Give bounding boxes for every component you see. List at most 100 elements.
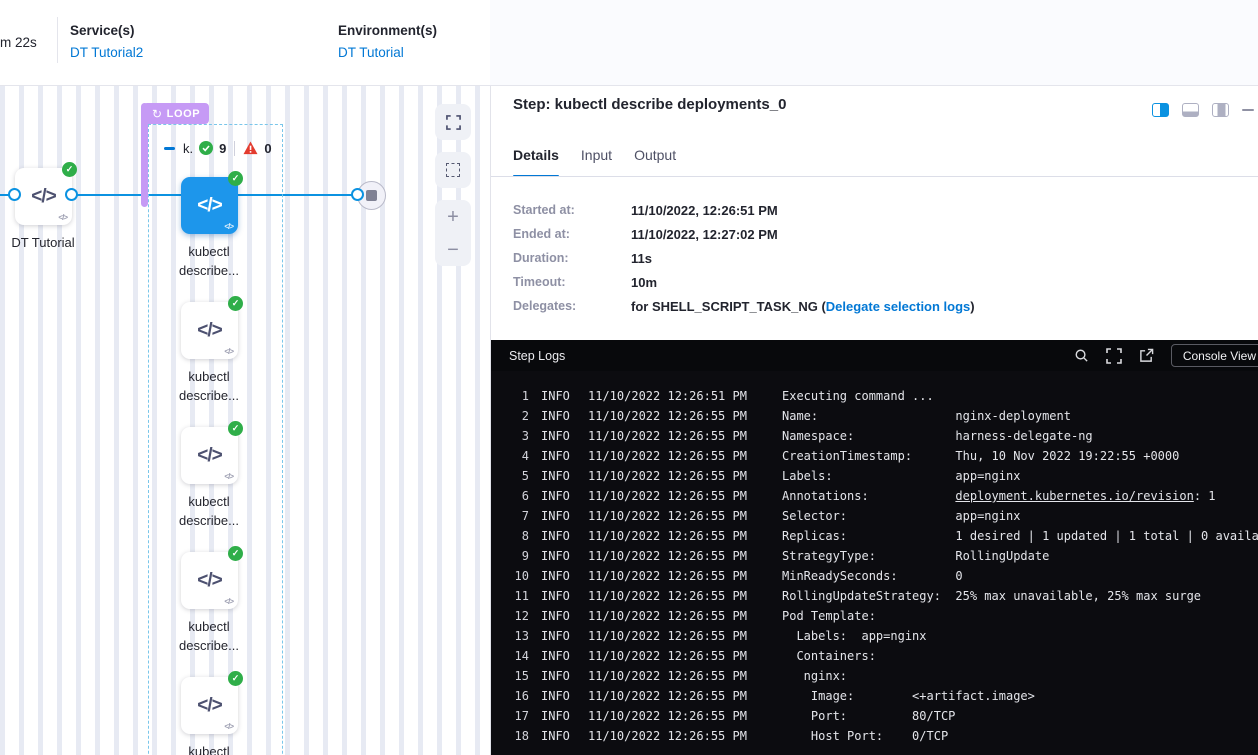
delegate-selection-logs-link[interactable]: Delegate selection logs [826,299,971,314]
log-line: 15INFO11/10/2022 12:26:55 PM nginx: [491,666,1258,686]
marquee-select-button[interactable] [435,152,471,188]
log-message: Name: nginx-deployment [782,406,1071,426]
success-badge-icon: ✓ [228,546,243,561]
code-icon: </> [197,445,221,467]
code-icon: </> [197,570,221,592]
log-message: Namespace: harness-delegate-ng [782,426,1093,446]
log-line-number: 5 [501,466,529,486]
group-divider [234,141,235,156]
step-node-kubectl-describe-4[interactable]: </> </> ✓ [181,677,238,734]
pipeline-duration: m 22s [0,35,37,50]
log-level: INFO [541,546,574,566]
open-in-new-icon[interactable] [1139,348,1154,363]
log-timestamp: 11/10/2022 12:26:51 PM [588,386,748,406]
log-timestamp: 11/10/2022 12:26:55 PM [588,666,748,686]
tab-output[interactable]: Output [634,147,676,177]
code-icon: </> [197,695,221,717]
log-line-number: 12 [501,606,529,626]
log-message: Containers: [782,646,876,666]
step-group-header: k. 9 0 [164,139,272,157]
stage-node-label: DT Tutorial [0,233,88,252]
log-timestamp: 11/10/2022 12:26:55 PM [588,466,748,486]
detail-row-delegates: Delegates: for SHELL_SCRIPT_TASK_NG (Del… [513,294,975,318]
step-logs-header: Step Logs Console View [491,340,1258,371]
success-badge-icon: ✓ [228,171,243,186]
zoom-out-icon[interactable]: − [447,240,459,260]
log-line: 13INFO11/10/2022 12:26:55 PM Labels: app… [491,626,1258,646]
log-message: nginx: [782,666,847,686]
log-output[interactable]: 1INFO11/10/2022 12:26:51 PMExecuting com… [491,371,1258,755]
log-line: 17INFO11/10/2022 12:26:55 PM Port: 80/TC… [491,706,1258,726]
minimize-icon[interactable] [1242,109,1254,112]
step-node-label: kubectl describe... [164,492,254,530]
services-label: Service(s) [70,23,143,38]
detail-value: 11s [631,251,652,266]
log-line-number: 11 [501,586,529,606]
step-node-kubectl-describe-0[interactable]: </> </> ✓ [181,177,238,234]
stage-node-dt-tutorial[interactable]: </> </> ✓ [15,168,72,225]
log-message-suffix: : 1 [1194,489,1216,503]
log-level: INFO [541,686,574,706]
expand-icon[interactable] [1106,348,1122,364]
log-line-number: 2 [501,406,529,426]
success-check-icon [199,141,213,155]
log-level: INFO [541,626,574,646]
collapse-icon[interactable] [164,147,175,150]
code-step-type-icon: </> [58,213,67,222]
search-icon[interactable] [1074,348,1089,363]
log-line: 2INFO11/10/2022 12:26:55 PMName: nginx-d… [491,406,1258,426]
code-step-type-icon: </> [224,722,233,731]
edge-line [70,194,148,196]
log-message: Annotations: deployment.kubernetes.io/re… [782,486,1216,506]
tab-input[interactable]: Input [581,147,612,177]
step-node-kubectl-describe-3[interactable]: </> </> ✓ [181,552,238,609]
success-badge-icon: ✓ [228,296,243,311]
stop-icon [366,190,377,201]
log-message: Image: <+artifact.image> [782,686,1035,706]
detail-value: 11/10/2022, 12:27:02 PM [631,227,778,242]
split-view-icon[interactable] [1152,103,1169,117]
panel-tabs: Details Input Output [513,147,676,177]
bottom-view-icon[interactable] [1182,103,1199,117]
connector-dot[interactable] [8,188,21,201]
log-line-number: 6 [501,486,529,506]
fullscreen-button[interactable] [435,104,471,140]
code-step-type-icon: </> [224,222,233,231]
log-timestamp: 11/10/2022 12:26:55 PM [588,686,748,706]
step-node-kubectl-describe-1[interactable]: </> </> ✓ [181,302,238,359]
log-line: 9INFO11/10/2022 12:26:55 PMStrategyType:… [491,546,1258,566]
log-line-number: 18 [501,726,529,746]
logs-toolbar: Console View [1074,344,1258,367]
log-timestamp: 11/10/2022 12:26:55 PM [588,486,748,506]
log-line-number: 8 [501,526,529,546]
log-line: 3INFO11/10/2022 12:26:55 PMNamespace: ha… [491,426,1258,446]
log-line-number: 17 [501,706,529,726]
connector-dot[interactable] [65,188,78,201]
log-line: 8INFO11/10/2022 12:26:55 PMReplicas: 1 d… [491,526,1258,546]
step-node-label: kubectl describe... [164,242,254,280]
log-level: INFO [541,406,574,426]
log-message: Host Port: 0/TCP [782,726,948,746]
right-view-icon[interactable] [1212,103,1229,117]
log-level: INFO [541,606,574,626]
code-step-type-icon: </> [224,597,233,606]
log-annotation-link[interactable]: deployment.kubernetes.io/revision [955,489,1193,503]
code-icon: </> [197,195,221,217]
tab-details[interactable]: Details [513,147,559,177]
success-badge-icon: ✓ [228,421,243,436]
detail-value: 11/10/2022, 12:26:51 PM [631,203,778,218]
log-line-number: 13 [501,626,529,646]
console-view-button[interactable]: Console View [1171,344,1258,367]
step-node-kubectl-describe-2[interactable]: </> </> ✓ [181,427,238,484]
environment-link[interactable]: DT Tutorial [338,45,437,60]
code-step-type-icon: </> [224,472,233,481]
connector-dot[interactable] [351,188,364,201]
loop-badge-label: LOOP [167,108,201,120]
pipeline-canvas[interactable]: </> </> ✓ DT Tutorial ↻ LOOP k. 9 0 </> … [0,86,490,755]
service-link[interactable]: DT Tutorial2 [70,45,143,60]
step-logs-section: Step Logs Console View 1INFO11/10/2022 1… [491,340,1258,755]
log-level: INFO [541,466,574,486]
log-level: INFO [541,566,574,586]
log-message: Pod Template: [782,606,876,626]
zoom-in-icon[interactable]: + [447,207,459,227]
